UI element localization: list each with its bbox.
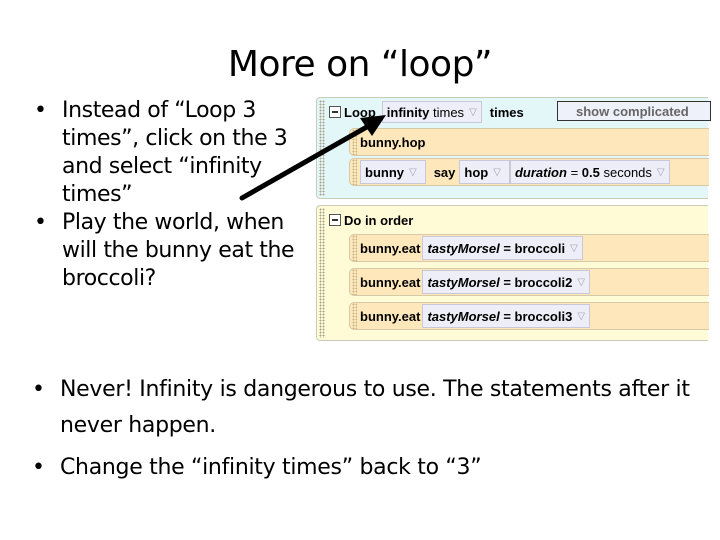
bullet-item: • Change the “infinity times” back to “3…: [30, 450, 690, 486]
do-in-order-label: Do in order: [344, 212, 414, 228]
collapse-icon[interactable]: [329, 106, 341, 118]
equals-sign: =: [570, 164, 579, 180]
method-call: bunny.eat: [360, 274, 421, 290]
drag-handle[interactable]: [352, 269, 357, 295]
statement-bunny-eat[interactable]: bunny.eat tastyMorsel = broccoli3 ▽: [349, 302, 709, 330]
parameter-name: tastyMorsel: [427, 308, 500, 324]
collapse-icon[interactable]: [329, 214, 341, 226]
drag-handle[interactable]: [319, 208, 325, 338]
method-call: bunny.hop: [360, 134, 426, 150]
parameter-name: tastyMorsel: [427, 240, 500, 256]
method-call: bunny.eat: [360, 308, 421, 324]
object-dropdown[interactable]: bunny ▽: [360, 160, 426, 184]
object-name: bunny: [365, 164, 404, 180]
statement-bunny-say[interactable]: bunny ▽ say hop ▽ duration = 0.5 seconds…: [349, 158, 709, 186]
say-text: hop: [464, 164, 489, 180]
say-text-dropdown[interactable]: hop ▽: [459, 160, 510, 184]
bullet-dot-icon: •: [32, 377, 45, 402]
duration-unit: seconds: [603, 164, 652, 180]
do-in-order-header: Do in order: [329, 210, 413, 230]
parameter-dropdown[interactable]: tastyMorsel = broccoli3 ▽: [422, 304, 591, 328]
statement-bunny-eat[interactable]: bunny.eat tastyMorsel = broccoli ▽: [349, 234, 709, 262]
bullet-item: • Instead of “Loop 3 times”, click on th…: [28, 97, 318, 209]
loop-count-value: infinity: [386, 104, 430, 120]
bottom-bullet-list: • Never! Infinity is dangerous to use. T…: [30, 372, 690, 492]
bullet-item: • Play the world, when will the bunny ea…: [28, 209, 318, 293]
parameter-value: broccoli: [514, 240, 566, 256]
duration-dropdown[interactable]: duration = 0.5 seconds ▽: [509, 160, 670, 184]
drag-handle[interactable]: [352, 303, 357, 329]
alice-code-editor: Loop infinity times ▽ times show complic…: [313, 95, 711, 342]
method-call: bunny.eat: [360, 240, 421, 256]
equals-sign: =: [503, 240, 511, 256]
say-verb: say: [433, 164, 456, 180]
bullet-dot-icon: •: [34, 98, 47, 123]
parameter-value: broccoli2: [514, 274, 573, 290]
loop-header: Loop infinity times ▽ times: [329, 101, 524, 123]
dropdown-arrow-icon: ▽: [656, 166, 665, 178]
loop-keyword: Loop: [344, 104, 376, 120]
loop-count-dropdown[interactable]: infinity times ▽: [381, 101, 482, 123]
drag-handle[interactable]: [352, 159, 357, 185]
parameter-dropdown[interactable]: tastyMorsel = broccoli2 ▽: [422, 270, 591, 294]
loop-block[interactable]: Loop infinity times ▽ times show complic…: [316, 97, 711, 199]
bullet-text: Play the world, when will the bunny eat …: [62, 210, 295, 291]
bullet-dot-icon: •: [34, 210, 47, 235]
dropdown-arrow-icon: ▽: [577, 276, 586, 288]
equals-sign: =: [503, 308, 511, 324]
dropdown-arrow-icon: ▽: [493, 166, 501, 178]
parameter-value: broccoli3: [514, 308, 573, 324]
drag-handle[interactable]: [352, 129, 357, 155]
do-in-order-block[interactable]: Do in order bunny.eat tastyMorsel = broc…: [316, 205, 709, 341]
drag-handle[interactable]: [319, 100, 325, 196]
statement-bunny-eat[interactable]: bunny.eat tastyMorsel = broccoli2 ▽: [349, 268, 709, 296]
duration-label: duration: [514, 164, 567, 180]
duration-value: 0.5: [581, 164, 600, 180]
bullet-text: Never! Infinity is dangerous to use. The…: [60, 377, 690, 438]
show-complicated-button[interactable]: show complicated: [557, 101, 711, 121]
bullet-text: Change the “infinity times” back to “3”: [60, 455, 482, 480]
top-bullet-list: • Instead of “Loop 3 times”, click on th…: [28, 97, 318, 293]
bullet-text: Instead of “Loop 3 times”, click on the …: [62, 98, 288, 207]
bullet-item: • Never! Infinity is dangerous to use. T…: [30, 372, 690, 444]
loop-count-unit: times: [433, 104, 465, 120]
times-label: times: [489, 104, 524, 120]
dropdown-arrow-icon: ▽: [409, 166, 417, 178]
dropdown-arrow-icon: ▽: [577, 310, 586, 322]
equals-sign: =: [503, 274, 511, 290]
bullet-dot-icon: •: [32, 455, 45, 480]
parameter-name: tastyMorsel: [427, 274, 500, 290]
dropdown-arrow-icon: ▽: [570, 242, 578, 254]
parameter-dropdown[interactable]: tastyMorsel = broccoli ▽: [422, 236, 583, 260]
slide-title: More on “loop”: [227, 44, 493, 85]
dropdown-arrow-icon: ▽: [469, 106, 477, 118]
drag-handle[interactable]: [352, 235, 357, 261]
statement-bunny-hop[interactable]: bunny.hop: [349, 128, 709, 156]
